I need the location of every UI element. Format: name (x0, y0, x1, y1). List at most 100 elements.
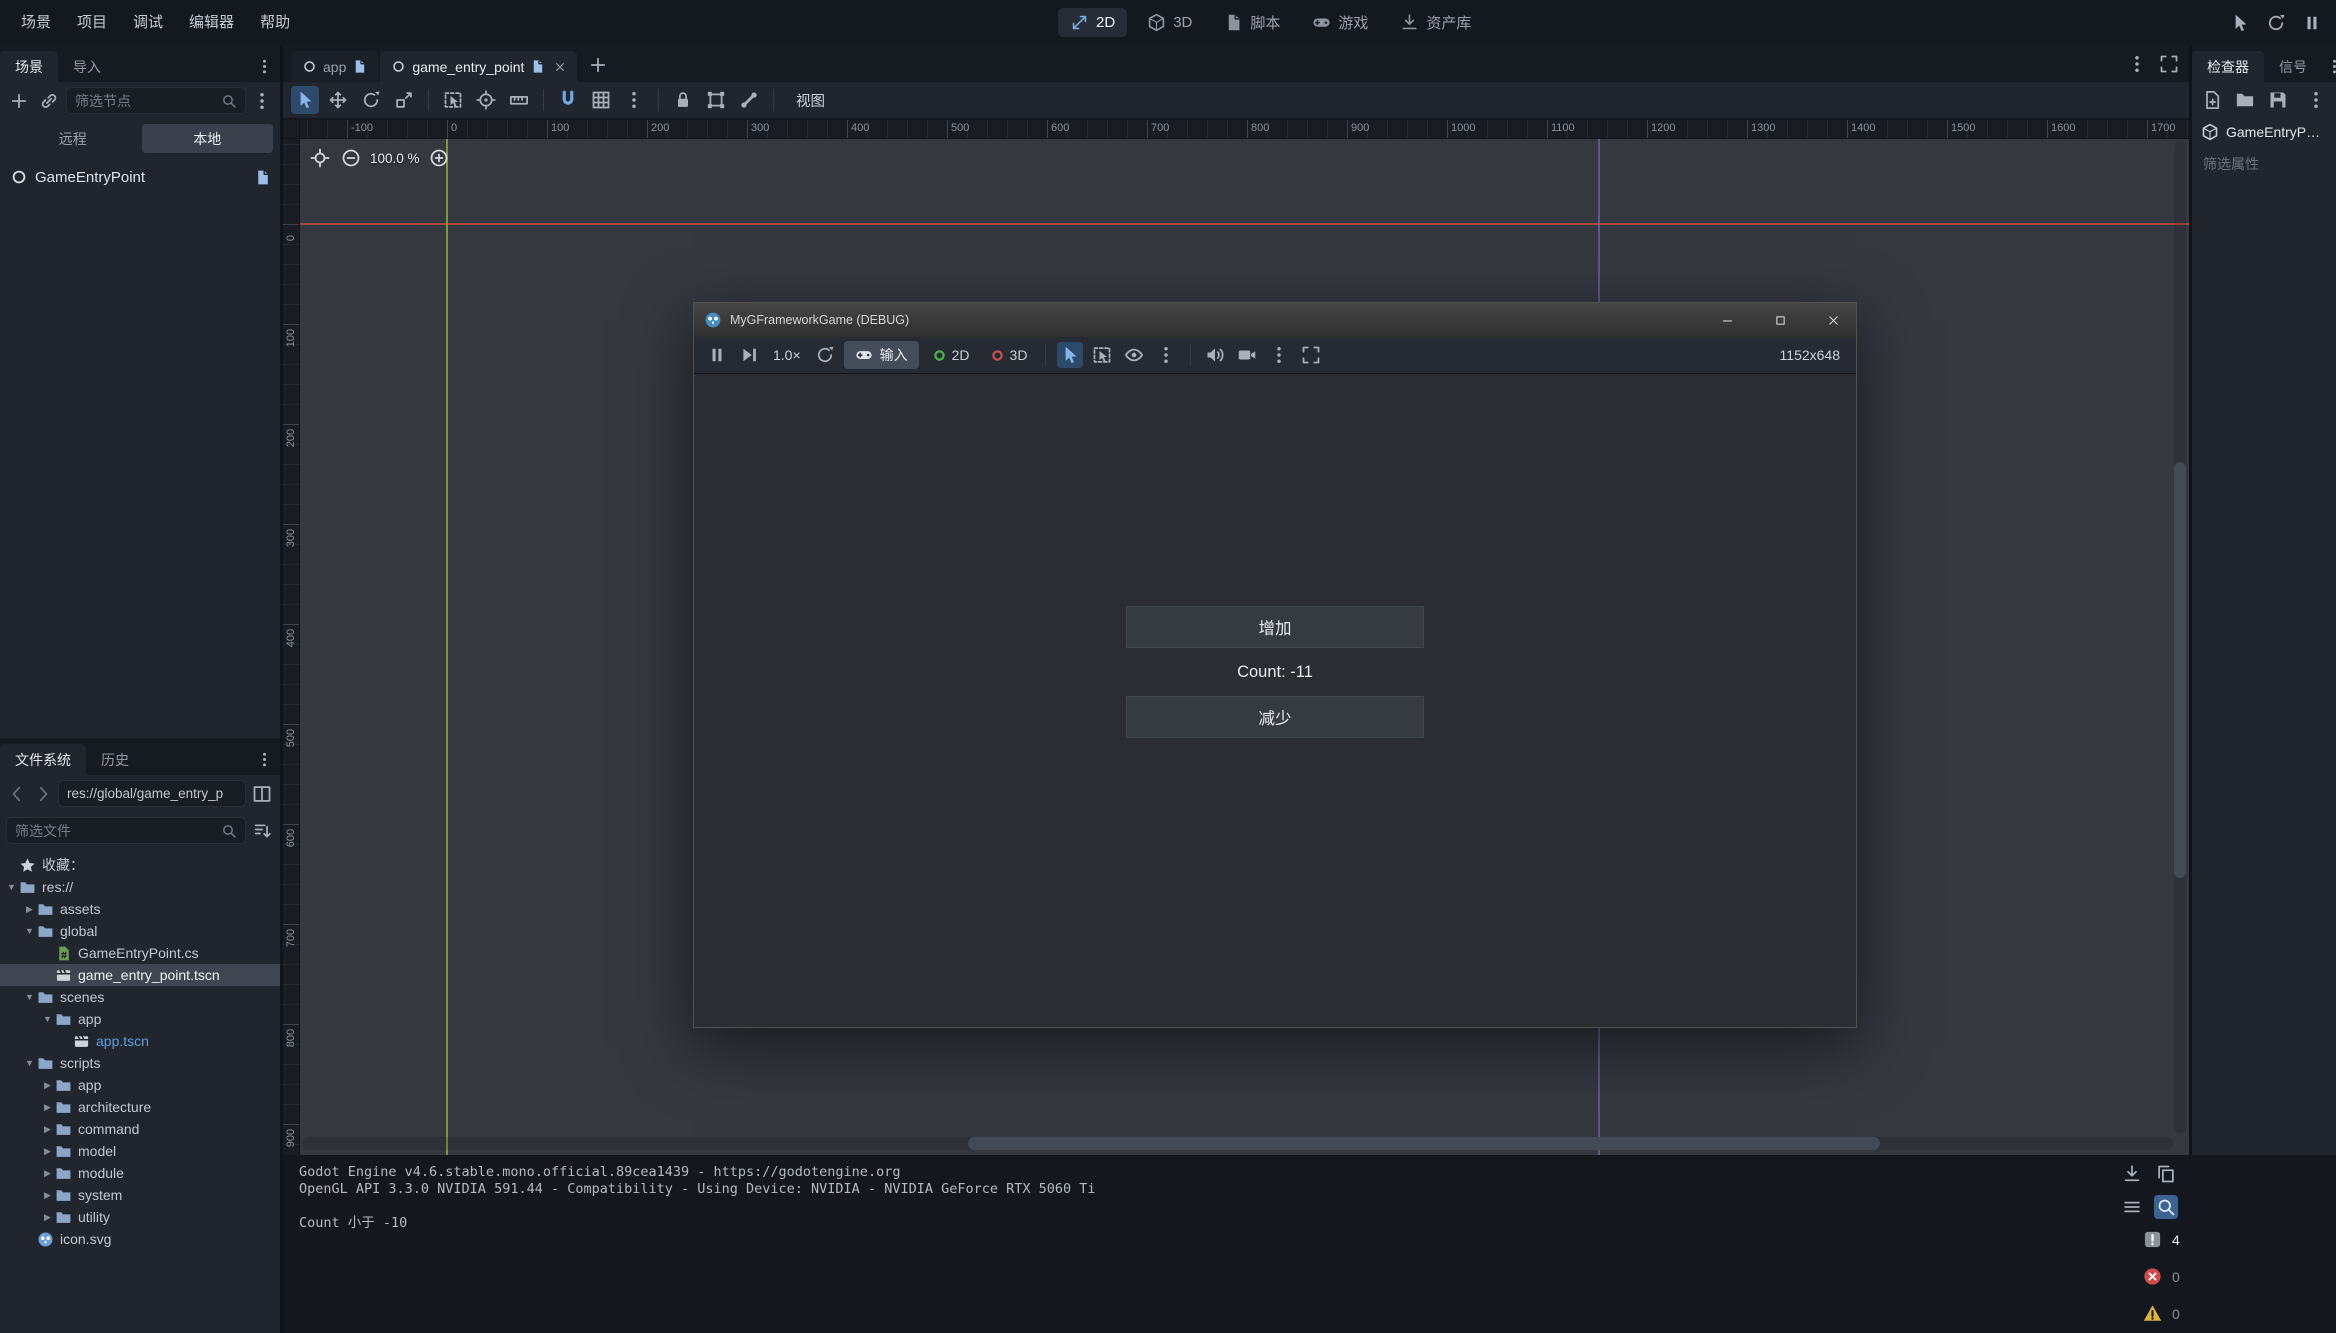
file-app[interactable]: ▶app (0, 1074, 280, 1096)
errors-counter[interactable]: 0 (2142, 1266, 2186, 1287)
list-select-mode-button[interactable] (1089, 342, 1115, 368)
file-scenes[interactable]: ▼scenes (0, 986, 280, 1008)
workspace-2d[interactable]: 2D (1058, 8, 1127, 37)
history-forward-button[interactable] (32, 782, 54, 806)
segment-remote[interactable]: 远程 (7, 124, 139, 153)
tree-arrow-icon[interactable]: ▶ (40, 1190, 55, 1201)
view-menu-button[interactable]: 视图 (784, 90, 837, 111)
select-mode-button[interactable] (1057, 342, 1083, 368)
scene-tabs-list-button[interactable] (2123, 50, 2151, 78)
output-search-button[interactable] (2154, 1195, 2178, 1219)
tree-arrow-icon[interactable]: ▼ (22, 926, 37, 936)
skeleton-options-button[interactable] (735, 86, 763, 114)
mute-audio-button[interactable] (1202, 342, 1228, 368)
tree-arrow-icon[interactable]: ▼ (22, 1058, 37, 1068)
filter-properties-input[interactable]: 筛选属性 (2192, 146, 2336, 182)
filesystem-tab-history[interactable]: 历史 (86, 744, 144, 775)
ruler-tool[interactable] (505, 86, 533, 114)
file-assets[interactable]: ▶assets (0, 898, 280, 920)
select-tool[interactable] (291, 86, 319, 114)
file-model[interactable]: ▶model (0, 1140, 280, 1162)
toggle-split-mode-button[interactable] (250, 782, 274, 806)
close-window-button[interactable] (1811, 303, 1856, 337)
inspector-options-button[interactable] (2304, 88, 2328, 112)
select-options-button[interactable] (1153, 342, 1179, 368)
file-command[interactable]: ▶command (0, 1118, 280, 1140)
messages-counter[interactable]: 4 (2142, 1229, 2186, 1250)
move-tool[interactable] (324, 86, 352, 114)
output-filter-button[interactable] (2120, 1195, 2144, 1219)
mode-3d-toggle[interactable]: 3D (983, 343, 1035, 367)
menu-help[interactable]: 帮助 (247, 0, 303, 45)
mode-2d-toggle[interactable]: 2D (925, 343, 977, 367)
history-back-button[interactable] (6, 782, 28, 806)
game-window-titlebar[interactable]: MyGFrameworkGame (DEBUG) (694, 303, 1856, 337)
horizontal-ruler[interactable]: -100010020030040050060070080090010001100… (300, 120, 2189, 139)
zoom-level[interactable]: 100.0 % (370, 151, 420, 166)
menu-project[interactable]: 项目 (64, 0, 120, 45)
camera-options-button[interactable] (1266, 342, 1292, 368)
tree-arrow-icon[interactable]: ▶ (40, 1168, 55, 1179)
workspace-script[interactable]: 脚本 (1212, 7, 1292, 38)
file-system[interactable]: ▶system (0, 1184, 280, 1206)
filter-nodes-input[interactable]: 筛选节点 (66, 87, 246, 114)
scene-tree-node-gameentrypoint[interactable]: GameEntryPoint (0, 162, 280, 192)
file-app.tscn[interactable]: app.tscn (0, 1030, 280, 1052)
tree-arrow-icon[interactable]: ▶ (40, 1146, 55, 1157)
increase-button[interactable]: 增加 (1126, 606, 1424, 648)
tree-arrow-icon[interactable]: ▶ (40, 1212, 55, 1223)
inspector-tab-signals[interactable]: 信号 (2264, 51, 2322, 82)
clear-output-button[interactable] (2120, 1162, 2144, 1186)
reset-speed-button[interactable] (812, 342, 838, 368)
instance-scene-button[interactable] (36, 88, 62, 114)
attached-script-icon[interactable] (254, 169, 271, 186)
maximize-window-button[interactable] (1758, 303, 1803, 337)
segment-local[interactable]: 本地 (142, 124, 274, 153)
list-select-tool[interactable] (439, 86, 467, 114)
edit-pivot-tool[interactable] (472, 86, 500, 114)
load-resource-button[interactable] (2233, 88, 2257, 112)
scene-dock-tab-scene[interactable]: 场景 (0, 51, 58, 82)
scene-tab-app[interactable]: app (291, 51, 378, 82)
file-gameentrypoint.cs[interactable]: GameEntryPoint.cs (0, 942, 280, 964)
filesystem-tab-filesystem[interactable]: 文件系统 (0, 744, 86, 775)
scene-dock-tab-import[interactable]: 导入 (58, 51, 116, 82)
horizontal-scrollbar[interactable] (302, 1137, 2173, 1150)
workspace-game[interactable]: 游戏 (1300, 7, 1380, 38)
tree-arrow-icon[interactable]: ▶ (40, 1102, 55, 1113)
h-scroll-thumb[interactable] (968, 1137, 1880, 1150)
tree-arrow-icon[interactable]: ▶ (22, 904, 37, 915)
v-scroll-thumb[interactable] (2174, 462, 2186, 878)
file-global[interactable]: ▼global (0, 920, 280, 942)
inspector-tabbar-menu-button[interactable] (2322, 54, 2336, 78)
file--[interactable]: 收藏： (0, 854, 280, 876)
scene-tree-options-button[interactable] (250, 89, 274, 113)
new-resource-button[interactable] (2200, 88, 2224, 112)
speed-select[interactable]: 1.0× (768, 347, 806, 363)
file-icon.svg[interactable]: icon.svg (0, 1228, 280, 1250)
file-module[interactable]: ▶module (0, 1162, 280, 1184)
file-res-[interactable]: ▼res:// (0, 876, 280, 898)
smart-snap-toggle[interactable] (554, 86, 582, 114)
tree-arrow-icon[interactable]: ▼ (40, 1014, 55, 1024)
embed-fullscreen-button[interactable] (1298, 342, 1324, 368)
file-app[interactable]: ▼app (0, 1008, 280, 1030)
tree-arrow-icon[interactable]: ▼ (22, 992, 37, 1002)
workspace-3d[interactable]: 3D (1135, 8, 1204, 37)
zoom-out-button[interactable] (339, 146, 363, 170)
game-viewport[interactable]: 增加 Count: -11 减少 (694, 374, 1856, 1027)
workspace-assetlib[interactable]: 资产库 (1388, 7, 1483, 38)
grid-snap-toggle[interactable] (587, 86, 615, 114)
input-toggle[interactable]: 输入 (844, 341, 919, 369)
add-node-button[interactable] (6, 88, 32, 114)
filesystem-tabbar-menu-button[interactable] (252, 747, 276, 771)
vertical-ruler[interactable]: 0100200300400500600700800900 (283, 139, 300, 1155)
scene-dock-tabbar-menu-button[interactable] (252, 54, 276, 78)
topbar-select-mode-button[interactable] (2226, 9, 2254, 37)
current-path-field[interactable]: res://global/game_entry_p (58, 780, 246, 807)
file-utility[interactable]: ▶utility (0, 1206, 280, 1228)
save-resource-button[interactable] (2266, 88, 2290, 112)
file-architecture[interactable]: ▶architecture (0, 1096, 280, 1118)
group-node-button[interactable] (702, 86, 730, 114)
menu-scene[interactable]: 场景 (8, 0, 64, 45)
